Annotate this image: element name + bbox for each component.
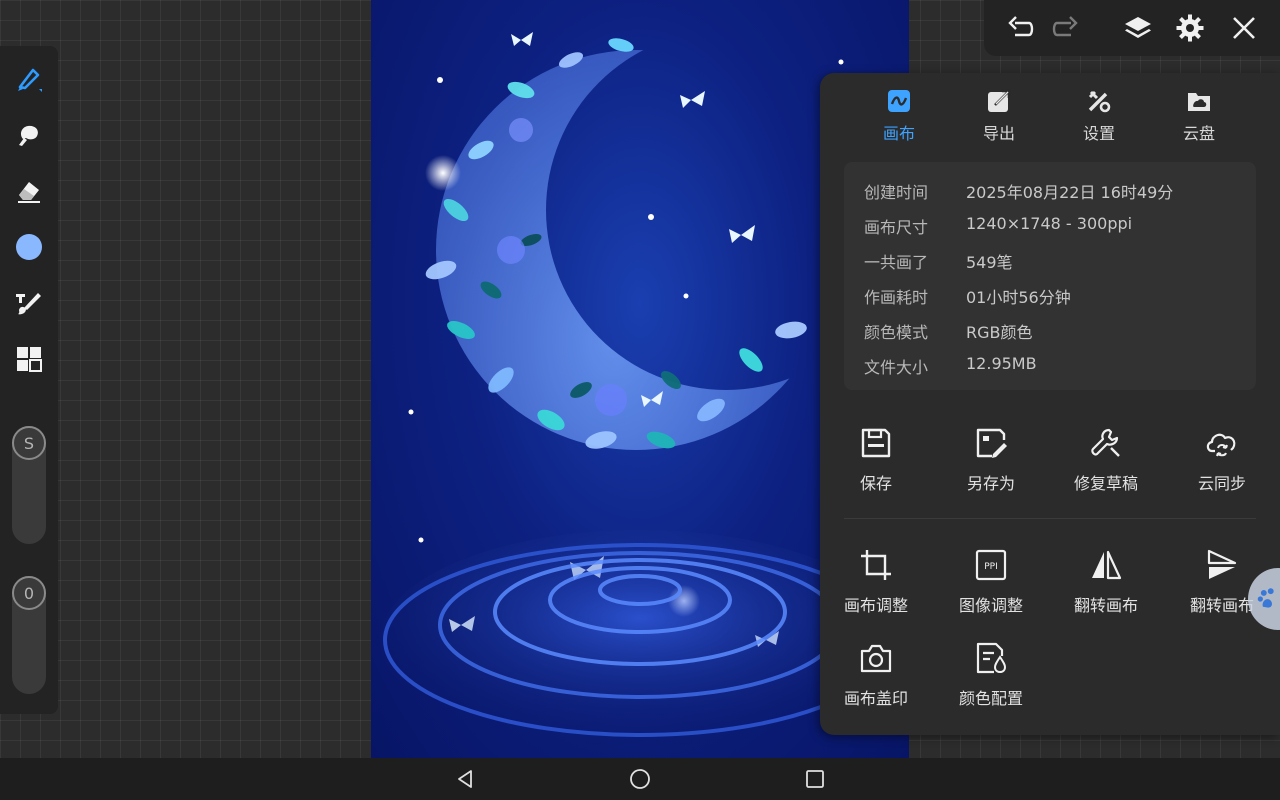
recents-icon (806, 770, 824, 788)
canvas-stamp-label: 画布盖印 (843, 689, 908, 708)
save-label: 保存 (859, 474, 892, 493)
tab-export[interactable]: 导出 (949, 85, 1049, 149)
tab-cloud-drive[interactable]: 云盘 (1149, 85, 1249, 149)
gallery-button[interactable] (8, 338, 50, 380)
info-value: RGB颜色 (966, 323, 1033, 342)
svg-text:PPI: PPI (984, 562, 998, 572)
color-profile-label: 颜色配置 (958, 689, 1023, 708)
brush-icon (18, 68, 42, 92)
tab-settings-label: 设置 (1082, 124, 1115, 143)
close-button[interactable] (1224, 8, 1264, 48)
system-navigation-bar (0, 758, 1280, 800)
brush-settings-button[interactable] (8, 282, 50, 324)
flip-vertical-icon (1207, 549, 1237, 579)
wrench-icon (1091, 428, 1120, 457)
canvas-adjust-label: 画布调整 (843, 596, 908, 615)
gear-icon (1176, 14, 1204, 42)
flip-horizontal-button[interactable]: 翻转画布 (1056, 548, 1156, 628)
tab-cloud-drive-label: 云盘 (1182, 124, 1215, 143)
info-label: 颜色模式 (864, 323, 929, 342)
close-icon (1233, 17, 1255, 39)
settings-button[interactable] (1170, 8, 1210, 48)
flip-horizontal-label: 翻转画布 (1073, 596, 1138, 615)
camera-stamp-icon (860, 644, 892, 673)
image-adjust-button[interactable]: PPI 图像调整 (941, 548, 1041, 628)
settings-tools-icon (1088, 90, 1111, 113)
info-value: 1240×1748 - 300ppi (966, 214, 1133, 233)
canvas-info-panel: 画布 导出 设置 云盘 创建时间 2025年08月22日 16时49分 画布尺寸… (820, 73, 1280, 735)
undo-icon (1008, 16, 1034, 37)
layers-icon (1125, 17, 1151, 38)
nav-back-button[interactable] (451, 765, 479, 793)
cloud-sync-icon (1206, 433, 1236, 457)
crop-icon (861, 550, 891, 580)
top-toolbar (984, 0, 1280, 56)
cloud-sync-label: 云同步 (1197, 474, 1246, 493)
eraser-tool-button[interactable] (8, 170, 50, 212)
panel-divider (844, 518, 1256, 519)
cloud-drive-icon (1188, 93, 1210, 111)
info-value: 01小时56分钟 (966, 288, 1071, 307)
nav-home-button[interactable] (626, 765, 654, 793)
tab-canvas-label: 画布 (882, 124, 915, 143)
brush-opacity-label: 0 (23, 583, 35, 603)
save-as-label: 另存为 (966, 474, 1015, 493)
color-profile-icon (976, 642, 1007, 674)
paw-icon (1257, 588, 1274, 608)
color-profile-button[interactable]: 颜色配置 (941, 641, 1041, 721)
panel-tabs: 画布 导出 设置 云盘 (820, 85, 1280, 149)
layers-button[interactable] (1118, 8, 1158, 48)
gallery-grid-icon (17, 347, 42, 372)
home-icon (630, 769, 650, 789)
color-picker-button[interactable] (8, 226, 50, 268)
brush-tool-button[interactable] (8, 58, 50, 100)
adjust-brush-icon (16, 293, 41, 315)
repair-draft-label: 修复草稿 (1073, 474, 1138, 493)
nav-recents-button[interactable] (801, 765, 829, 793)
canvas-info-card: 创建时间 2025年08月22日 16时49分 画布尺寸 1240×1748 -… (844, 162, 1256, 390)
info-label: 文件大小 (864, 358, 929, 377)
info-label: 创建时间 (864, 183, 929, 202)
canvas-stamp-button[interactable]: 画布盖印 (826, 641, 926, 721)
canvas-adjust-button[interactable]: 画布调整 (826, 548, 926, 628)
info-label: 一共画了 (864, 253, 929, 272)
color-swatch-icon (16, 234, 42, 260)
repair-draft-button[interactable]: 修复草稿 (1056, 426, 1156, 506)
brush-size-knob[interactable]: S (12, 426, 46, 460)
smudge-icon (19, 125, 38, 146)
save-icon (861, 428, 891, 458)
ppi-icon: PPI (975, 549, 1007, 581)
info-label: 作画耗时 (864, 288, 929, 307)
redo-button[interactable] (1046, 8, 1086, 48)
cloud-sync-button[interactable]: 云同步 (1172, 426, 1272, 506)
smudge-tool-button[interactable] (8, 114, 50, 156)
brush-opacity-knob[interactable]: 0 (12, 576, 46, 610)
image-adjust-label: 图像调整 (958, 596, 1023, 615)
redo-icon (1052, 16, 1078, 37)
info-value: 549笔 (966, 253, 1013, 272)
tab-canvas[interactable]: 画布 (849, 85, 949, 149)
info-label: 画布尺寸 (864, 218, 929, 237)
back-icon (458, 770, 472, 788)
save-button[interactable]: 保存 (826, 426, 926, 506)
canvas-tab-icon (888, 90, 910, 112)
flip-vertical-label: 翻转画布 (1189, 596, 1254, 615)
brush-size-label: S (23, 433, 35, 453)
left-toolbar: S 0 (0, 46, 58, 714)
info-value: 12.95MB (966, 354, 1037, 373)
flip-horizontal-icon (1092, 550, 1122, 580)
undo-button[interactable] (1000, 8, 1040, 48)
save-as-icon (976, 428, 1007, 458)
tab-export-label: 导出 (982, 124, 1015, 143)
tab-settings[interactable]: 设置 (1049, 85, 1149, 149)
eraser-icon (18, 182, 40, 203)
info-value: 2025年08月22日 16时49分 (966, 183, 1174, 202)
export-icon (988, 89, 1011, 112)
save-as-button[interactable]: 另存为 (941, 426, 1041, 506)
